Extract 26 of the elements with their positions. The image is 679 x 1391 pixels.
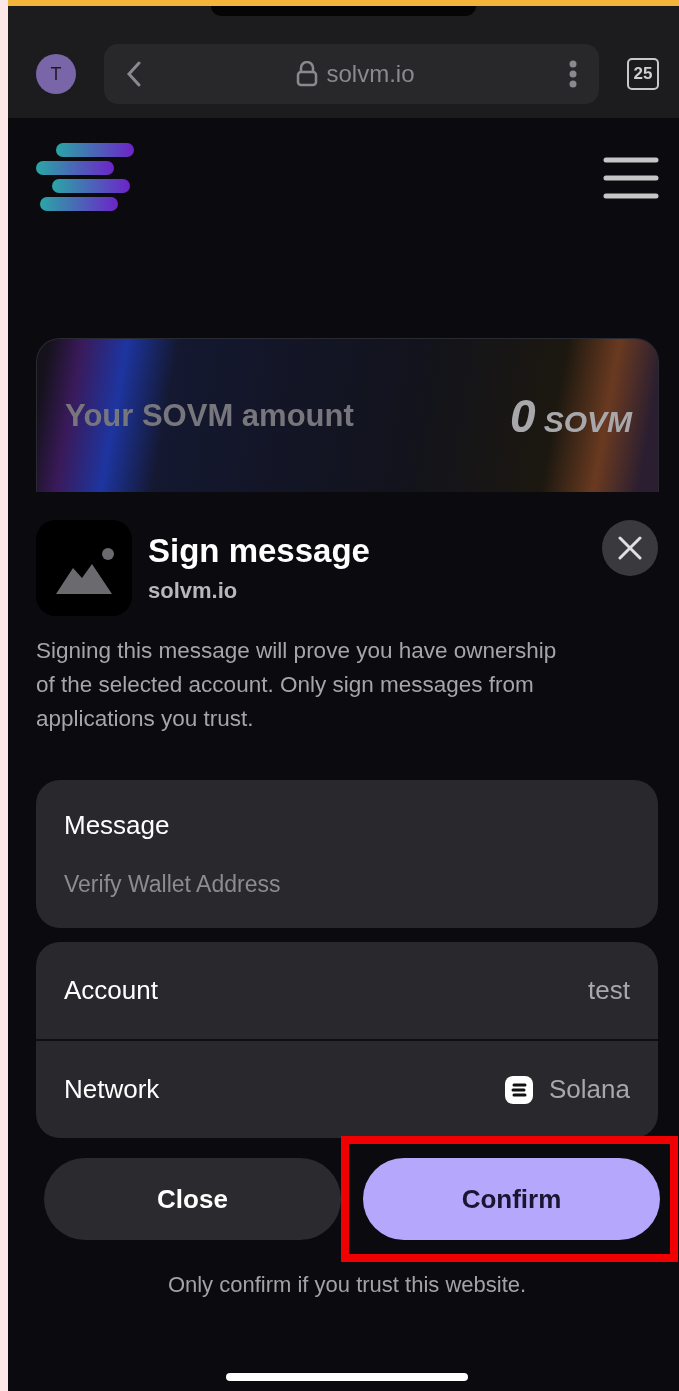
- message-text: Verify Wallet Address: [64, 871, 282, 898]
- menu-icon[interactable]: [603, 157, 659, 199]
- balance-label: Your SOVM amount: [65, 397, 354, 434]
- confirm-button[interactable]: Confirm: [363, 1158, 660, 1240]
- network-icon: [505, 1075, 534, 1104]
- detail-value: Solana: [549, 1074, 630, 1105]
- detail-value: test: [588, 975, 630, 1006]
- sign-description: Signing this message will prove you have ownership of the selected account. Only sign messages from applications you trust.: [36, 637, 558, 733]
- sheet-title: Sign message: [148, 532, 371, 570]
- tab-count-button[interactable]: 25: [627, 58, 659, 90]
- balance-unit: SOVM: [543, 404, 632, 439]
- logo-icon[interactable]: [36, 143, 134, 213]
- balance-amount: 0: [510, 388, 536, 443]
- url-text: solvm.io: [326, 60, 415, 88]
- close-icon: [618, 536, 642, 560]
- detail-label: Network: [64, 1074, 160, 1105]
- trust-note: Only confirm if you trust this website.: [166, 1272, 528, 1298]
- back-icon[interactable]: [126, 61, 142, 87]
- cancel-button[interactable]: Close: [44, 1158, 341, 1240]
- message-label: Message: [64, 810, 171, 841]
- address-bar[interactable]: solvm.io: [104, 44, 599, 104]
- lock-icon: [296, 61, 319, 87]
- close-button[interactable]: [602, 520, 658, 576]
- more-icon[interactable]: [569, 60, 577, 88]
- origin-domain: solvm.io: [148, 578, 239, 604]
- detail-label: Account: [64, 975, 158, 1006]
